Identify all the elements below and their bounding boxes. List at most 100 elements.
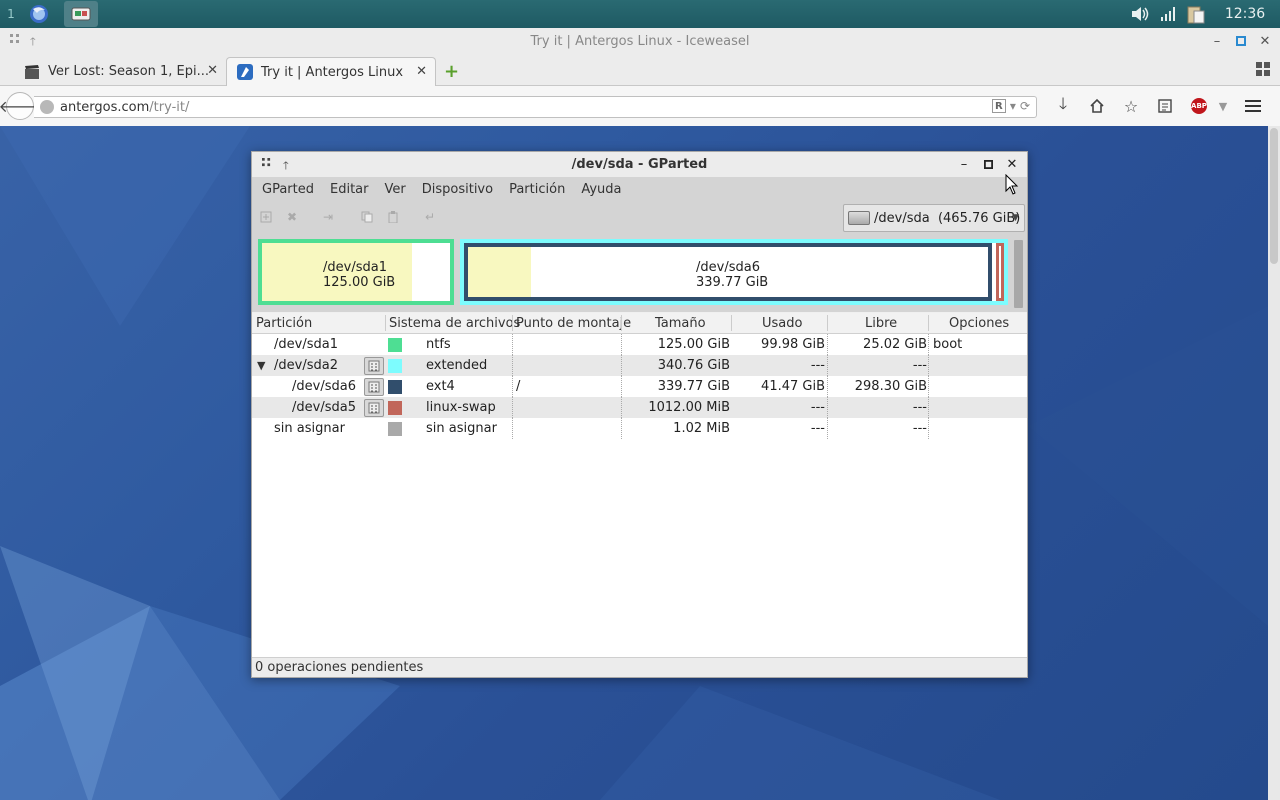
browser-window-title: Try it | Antergos Linux - Iceweasel <box>530 34 750 49</box>
new-partition-icon[interactable] <box>259 210 273 224</box>
expander-triangle-icon[interactable]: ▼ <box>257 359 265 372</box>
maximize-button[interactable] <box>1234 33 1248 49</box>
minimize-button[interactable]: – <box>957 156 971 172</box>
mouse-cursor <box>1005 174 1019 195</box>
lock-icon <box>364 399 384 417</box>
hamburger-menu-icon[interactable] <box>1236 95 1270 117</box>
minimize-button[interactable]: – <box>1210 33 1224 49</box>
globe-icon <box>40 100 54 114</box>
reader-r-icon[interactable]: R <box>991 99 1006 113</box>
table-row[interactable]: ▼ /dev/sda2 extended 340.76 GiB --- --- <box>252 355 1027 376</box>
column-header-punto-montaje[interactable]: Punto de montaje <box>516 316 631 331</box>
cell-filesystem: sin asignar <box>426 421 497 436</box>
undo-icon[interactable]: ↵ <box>423 210 437 224</box>
fs-color-swatch <box>388 422 402 436</box>
column-header-usado[interactable]: Usado <box>762 316 802 331</box>
column-header-libre[interactable]: Libre <box>865 316 897 331</box>
clipboard-icon[interactable] <box>1182 0 1210 28</box>
tab-close-icon[interactable]: ✕ <box>416 64 427 79</box>
tab-antergos[interactable]: Try it | Antergos Linux ✕ <box>226 57 436 86</box>
cell-used: --- <box>810 400 825 415</box>
column-header-tamano[interactable]: Tamaño <box>655 316 706 331</box>
taskbar-app-gparted[interactable] <box>64 1 98 27</box>
cell-used: 99.98 GiB <box>761 337 825 352</box>
paste-icon[interactable] <box>386 210 400 224</box>
extended-partition-block[interactable]: /dev/sda6 339.77 GiB <box>460 239 1008 305</box>
new-tab-plus-icon[interactable]: + <box>444 61 459 82</box>
table-row[interactable]: /dev/sda1 ntfs 125.00 GiB 99.98 GiB 25.0… <box>252 334 1027 355</box>
reading-list-icon[interactable] <box>1148 95 1182 117</box>
used-space-bar <box>468 247 532 297</box>
column-header-particion[interactable]: Partición <box>256 316 312 331</box>
menu-editar[interactable]: Editar <box>322 182 377 197</box>
partition-map: /dev/sda1 125.00 GiB /dev/sda6 339.77 Gi… <box>252 234 1027 312</box>
cell-free: 25.02 GiB <box>863 337 927 352</box>
back-button[interactable]: 🡐 <box>0 92 41 120</box>
url-host: antergos.com <box>60 99 150 115</box>
menu-gparted[interactable]: GParted <box>254 182 322 197</box>
table-row[interactable]: /dev/sda6 ext4 / 339.77 GiB 41.47 GiB 29… <box>252 376 1027 397</box>
network-signal-icon[interactable] <box>1154 0 1182 28</box>
delete-partition-icon[interactable]: ✖ <box>285 210 299 224</box>
tab-label: Ver Lost: Season 1, Epi... <box>48 64 210 79</box>
cell-filesystem: linux-swap <box>426 400 496 415</box>
column-header-opciones[interactable]: Opciones <box>949 316 1009 331</box>
cell-free: --- <box>912 400 927 415</box>
partition-block-sda5[interactable] <box>996 243 1004 301</box>
table-row[interactable]: sin asignar sin asignar 1.02 MiB --- --- <box>252 418 1027 439</box>
maximize-button[interactable] <box>981 156 995 172</box>
clock[interactable]: 12:36 <box>1210 6 1280 22</box>
window-menu-icon[interactable] <box>10 33 20 52</box>
url-dropdown-icon[interactable]: ▾ <box>1010 99 1016 113</box>
cell-used: --- <box>810 421 825 436</box>
menu-ver[interactable]: Ver <box>377 182 414 197</box>
fs-color-swatch <box>388 359 402 373</box>
table-row[interactable]: /dev/sda5 linux-swap 1012.00 MiB --- --- <box>252 397 1027 418</box>
menu-particion[interactable]: Partición <box>501 182 573 197</box>
iceweasel-icon <box>30 5 48 23</box>
workspace-number[interactable]: 1 <box>0 7 22 21</box>
cell-free: 298.30 GiB <box>854 379 927 394</box>
cell-partition: sin asignar <box>274 421 345 436</box>
url-bar[interactable]: antergos.com/try-it/ R ▾ ⟳ <box>34 96 1037 118</box>
close-button[interactable]: ✕ <box>1258 33 1272 49</box>
fs-color-swatch <box>388 401 402 415</box>
cell-partition: /dev/sda5 <box>292 400 356 415</box>
home-icon[interactable] <box>1080 95 1114 117</box>
close-button[interactable]: ✕ <box>1005 156 1019 172</box>
cell-used: --- <box>810 358 825 373</box>
fs-color-swatch <box>388 338 402 352</box>
cell-mountpoint: / <box>516 379 521 394</box>
volume-icon[interactable] <box>1126 0 1154 28</box>
partition-block-sda1[interactable]: /dev/sda1 125.00 GiB <box>258 239 454 305</box>
download-icon[interactable]: 🡓 <box>1046 94 1080 117</box>
tab-bar: Ver Lost: Season 1, Epi... ✕ Try it | An… <box>0 56 1280 86</box>
partition-table: Partición Sistema de archivos Punto de m… <box>252 313 1027 657</box>
taskbar-app-iceweasel[interactable] <box>22 1 56 27</box>
cell-size: 1012.00 MiB <box>648 400 730 415</box>
gparted-window-title: /dev/sda - GParted <box>571 157 708 172</box>
copy-icon[interactable] <box>360 210 374 224</box>
partition-block-sda6[interactable]: /dev/sda6 339.77 GiB <box>464 243 992 301</box>
adblock-plus-icon[interactable]: ABP <box>1182 95 1216 117</box>
taskbar: 1 12:36 <box>0 0 1280 28</box>
bookmark-star-icon[interactable]: ☆ <box>1114 95 1148 117</box>
table-header: Partición Sistema de archivos Punto de m… <box>252 313 1027 334</box>
tab-close-icon[interactable]: ✕ <box>207 63 218 78</box>
tab-groups-icon[interactable] <box>1256 62 1270 80</box>
device-selector[interactable]: /dev/sda (465.76 GiB) ▼ <box>843 204 1025 232</box>
column-header-sistema-archivos[interactable]: Sistema de archivos <box>389 316 520 331</box>
chevron-down-icon: ▼ <box>1012 213 1019 223</box>
tab-lost[interactable]: Ver Lost: Season 1, Epi... ✕ <box>14 57 226 86</box>
status-bar: 0 operaciones pendientes <box>252 657 1027 677</box>
partition-map-scrollbar[interactable] <box>1014 240 1023 308</box>
menu-ayuda[interactable]: Ayuda <box>573 182 629 197</box>
adblock-dropdown-icon[interactable]: ▼ <box>1216 95 1230 117</box>
menu-dispositivo[interactable]: Dispositivo <box>414 182 501 197</box>
system-tray: 12:36 <box>1126 0 1280 28</box>
reload-icon[interactable]: ⟳ <box>1020 99 1030 113</box>
cell-size: 340.76 GiB <box>657 358 730 373</box>
keep-above-icon[interactable]: 🡑 <box>30 33 36 52</box>
resize-move-icon[interactable]: ⇥ <box>321 210 335 224</box>
device-selector-label: /dev/sda (465.76 GiB) <box>874 210 1021 226</box>
